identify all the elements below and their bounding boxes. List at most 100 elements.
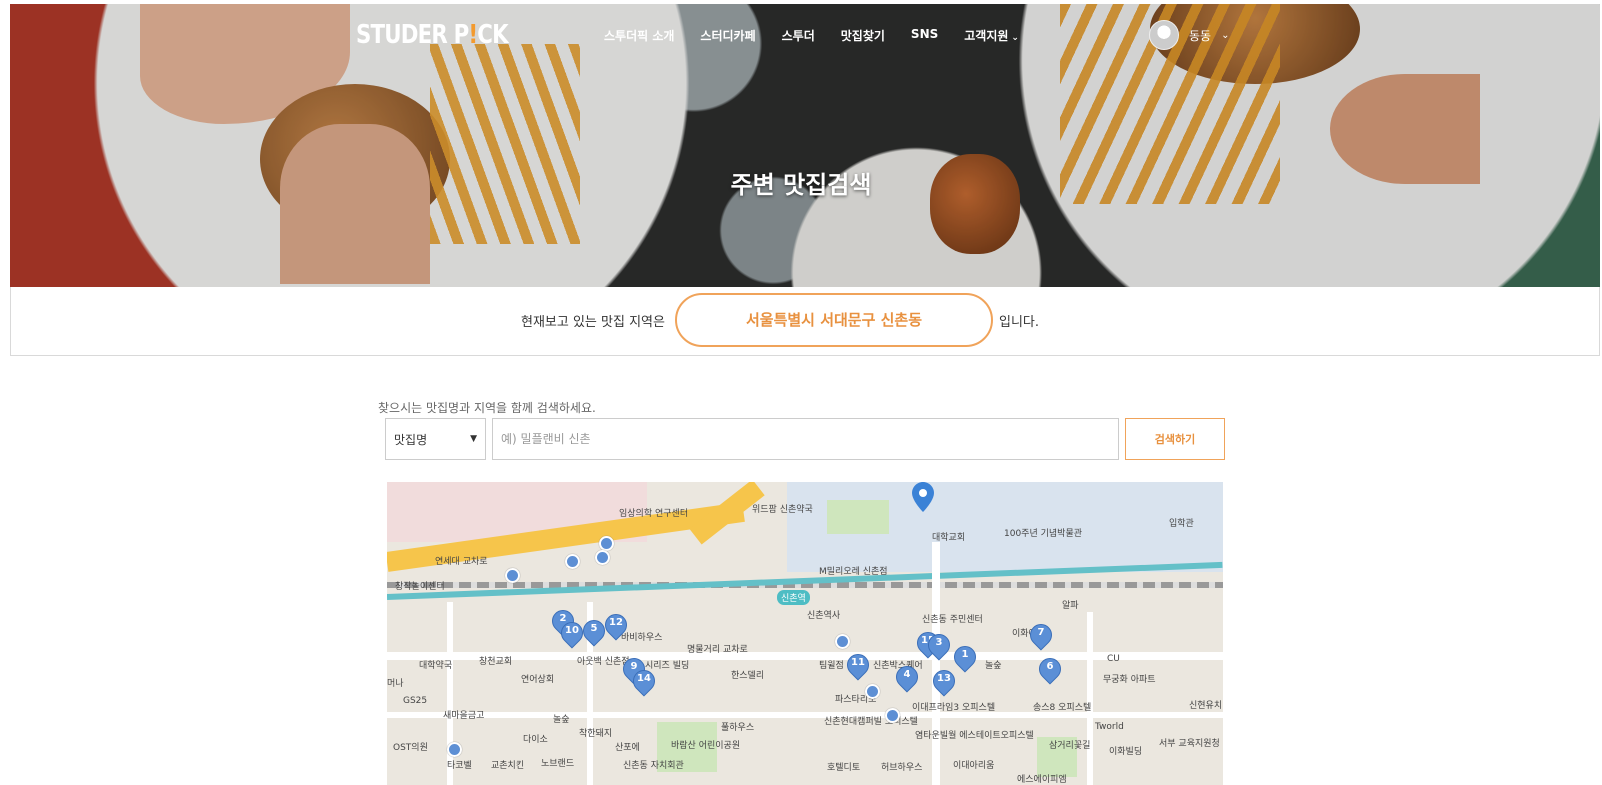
chevron-down-icon: ⌄ [1221, 29, 1230, 41]
map-label: 신촌역사 [807, 611, 841, 621]
map-label: M밀리오레 신촌점 [819, 567, 888, 577]
restaurant-marker[interactable]: 5 [578, 615, 610, 647]
logo[interactable]: STUDER P!CK [356, 20, 509, 50]
map-label: 이대프라임3 오피스텔 [912, 703, 996, 713]
map-label: 송스8 오피스텔 [1033, 703, 1092, 713]
location-pin-icon[interactable] [912, 482, 934, 512]
map-label: 놀숲 [553, 715, 570, 725]
logo-text-end: CK [477, 20, 508, 50]
map-label: 바비하우스 [621, 633, 663, 643]
search-type-value: 맛집명 [394, 432, 428, 447]
map-label: 신촌현대캠퍼빌 오피스텔 [824, 717, 918, 727]
map-label: 100주년 기념박물관 [1004, 529, 1082, 539]
search-button[interactable]: 검색하기 [1125, 418, 1225, 460]
map-label: 허브하우스 [881, 763, 923, 773]
menu-item-restaurant[interactable]: 맛집찾기 [841, 27, 885, 44]
bus-stop-icon[interactable] [565, 554, 580, 569]
map-label: 호텔디토 [827, 763, 861, 773]
caret-down-icon: ▼ [470, 434, 477, 444]
map-label: 한스델리 [731, 671, 765, 681]
map-label: 대학약국 [419, 661, 453, 671]
user-menu[interactable]: 동동 ⌄ [1149, 20, 1229, 50]
menu-item-study-cafe[interactable]: 스터디카페 [700, 27, 755, 44]
restaurant-marker[interactable]: 10 [556, 617, 588, 649]
bus-stop-icon[interactable] [599, 536, 614, 551]
region-value: 서울특별시 서대문구 신촌동 [675, 293, 993, 347]
map-label: 위드팜 신촌약국 [752, 505, 813, 515]
map-label: Tworld [1095, 722, 1124, 732]
map-label: 신현유치 [1189, 701, 1223, 711]
marker-number: 5 [590, 623, 598, 634]
marker-number: 12 [609, 617, 623, 628]
map-label: OST의원 [393, 743, 428, 753]
map-label: 머나 [387, 679, 404, 689]
menu-item-sns[interactable]: SNS [911, 27, 938, 44]
map-label: 알파 [1062, 601, 1079, 611]
map-label: 대학교회 [932, 533, 966, 543]
restaurant-map[interactable]: 신촌역 임상의학 연구센터 위드팜 신촌약국 대학교회 100주년 기념박물관 … [387, 482, 1223, 785]
restaurant-marker[interactable]: 11 [842, 649, 874, 681]
user-name: 동동 [1189, 28, 1212, 43]
search-input[interactable] [492, 418, 1119, 460]
region-suffix: 입니다. [999, 315, 1040, 330]
restaurant-marker[interactable]: 3 [923, 629, 955, 661]
map-label: 창천교회 [479, 657, 513, 667]
marker-number: 4 [903, 669, 911, 680]
map-label: 이대아리움 [953, 761, 995, 771]
restaurant-marker[interactable]: 14 [628, 665, 660, 697]
search-hint: 찾으시는 맛집명과 지역을 함께 검색하세요. [378, 401, 596, 415]
map-label: 연어상회 [521, 675, 555, 685]
map-label: 이화빌딩 [1109, 747, 1143, 757]
restaurant-marker[interactable]: 13 [928, 665, 960, 697]
restaurant-marker[interactable]: 4 [891, 661, 923, 693]
map-label: 다이소 [523, 735, 548, 745]
map-label: GS25 [403, 696, 428, 706]
map-label: 새마을금고 [443, 711, 485, 721]
restaurant-marker[interactable]: 12 [600, 609, 632, 641]
logo-bang: ! [468, 20, 478, 50]
bus-stop-icon[interactable] [835, 634, 850, 649]
map-label: 염타운빌월 에스테이트오피스텔 [915, 731, 1034, 741]
map-label: 신촌동 주민센터 [922, 615, 983, 625]
top-navigation: STUDER P!CK 스투더픽 소개 스터디카페 스투더 맛집찾기 SNS 고… [0, 0, 1602, 76]
menu-item-support[interactable]: 고객지원 ⌄ [964, 27, 1019, 44]
map-label: 명물거리 교차로 [687, 645, 748, 655]
map-label: 교촌치킨 [491, 761, 525, 771]
map-label: 삼거리꽃길 [1049, 741, 1091, 751]
map-label: 팀윌점 [819, 661, 844, 671]
bus-stop-icon[interactable] [595, 550, 610, 565]
bus-stop-icon[interactable] [447, 742, 462, 757]
marker-number: 1 [961, 649, 969, 660]
map-street [387, 712, 1223, 718]
bus-stop-icon[interactable] [885, 708, 900, 723]
restaurant-marker[interactable]: 6 [1034, 653, 1066, 685]
map-label: 노브랜드 [541, 759, 575, 769]
marker-number: 3 [935, 637, 943, 648]
map-label: 에스에이피엠 [1017, 775, 1067, 785]
restaurant-marker[interactable]: 7 [1025, 619, 1057, 651]
menu-item-about[interactable]: 스투더픽 소개 [604, 27, 674, 44]
menu-item-studer[interactable]: 스투더 [782, 27, 815, 44]
map-label: 산포에 [615, 743, 640, 753]
map-label: 바람산 어린이공원 [671, 741, 741, 751]
menu-item-support-label: 고객지원 [964, 29, 1009, 43]
map-street [932, 542, 940, 785]
marker-number: 14 [637, 673, 651, 684]
avatar [1149, 20, 1179, 50]
region-prefix: 현재보고 있는 맛집 지역은 [521, 315, 665, 330]
marker-number: 13 [937, 673, 951, 684]
map-label: 연세대 교차로 [435, 557, 488, 567]
map-station-badge: 신촌역 [777, 590, 810, 605]
search-type-select[interactable]: 맛집명 ▼ [385, 418, 486, 460]
map-park [827, 500, 889, 534]
map-street [387, 652, 1223, 660]
marker-number: 11 [851, 657, 865, 668]
marker-number: 6 [1046, 661, 1054, 672]
map-label: 아웃백 신촌점 [577, 657, 630, 667]
restaurant-marker[interactable]: 1 [949, 641, 981, 673]
map-label: 신촌동 자치회관 [623, 761, 684, 771]
bus-stop-icon[interactable] [865, 684, 880, 699]
bus-stop-icon[interactable] [505, 568, 520, 583]
main-menu: 스투더픽 소개 스터디카페 스투더 맛집찾기 SNS 고객지원 ⌄ [604, 27, 1045, 44]
map-label: 임상의학 연구센터 [619, 509, 689, 519]
